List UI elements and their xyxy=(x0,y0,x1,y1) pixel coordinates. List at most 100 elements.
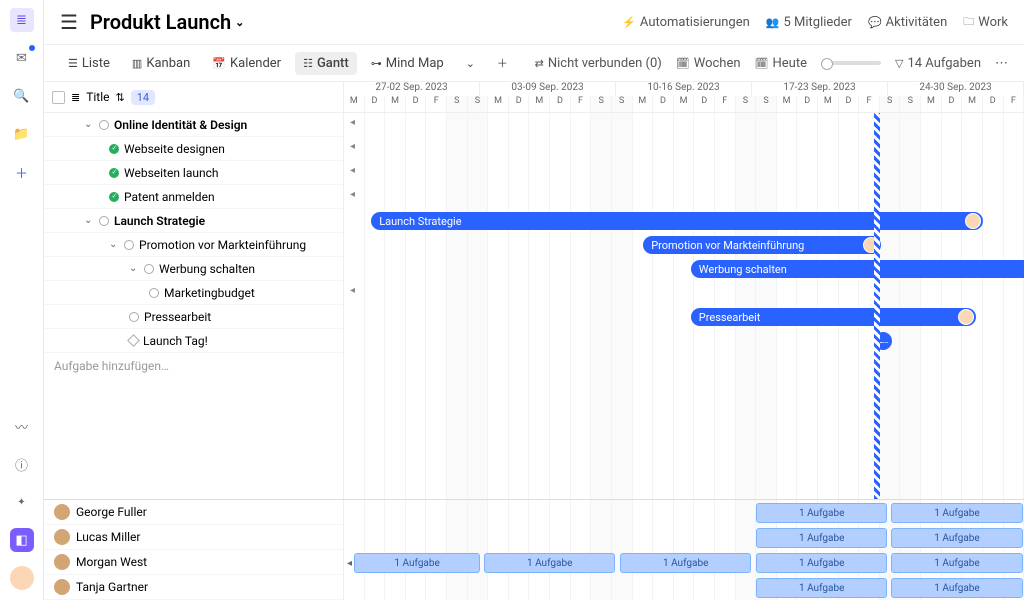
timeline-day-label: F xyxy=(426,96,447,112)
workload-bar[interactable]: 1 Aufgabe xyxy=(354,553,480,573)
work-button[interactable]: 🗀Work xyxy=(963,13,1008,32)
workload-bar[interactable]: 1 Aufgabe xyxy=(891,528,1022,548)
workload-bar[interactable]: 1 Aufgabe xyxy=(891,553,1022,573)
view-calendar[interactable]: 📅Kalender xyxy=(204,52,289,75)
timeline-day-label: S xyxy=(736,96,757,112)
rail-item-activity[interactable]: 〰 xyxy=(10,414,34,438)
task-row[interactable]: Pressearbeit xyxy=(44,305,343,329)
task-row[interactable]: ⌄Online Identität & Design xyxy=(44,113,343,137)
status-open-icon[interactable] xyxy=(99,120,109,130)
task-row[interactable]: Webseite designen xyxy=(44,137,343,161)
view-gantt[interactable]: ☷Gantt xyxy=(295,52,357,75)
collapse-indicator-icon[interactable]: ◂ xyxy=(350,285,355,296)
status-done-icon[interactable] xyxy=(109,144,119,154)
chevron-down-icon[interactable]: ⌄ xyxy=(84,119,94,130)
workload-bar[interactable]: 1 Aufgabe xyxy=(756,553,887,573)
automations-button[interactable]: ⚡Automatisierungen xyxy=(622,15,750,30)
timeline-day-label: D xyxy=(365,96,386,112)
status-done-icon[interactable] xyxy=(109,192,119,202)
people-icon: 👥 xyxy=(766,16,780,29)
status-open-icon[interactable] xyxy=(144,264,154,274)
workload-section: George FullerLucas MillerMorgan West Tanj… xyxy=(44,499,1024,600)
task-row[interactable]: ⌄Promotion vor Markteinführung xyxy=(44,233,343,257)
person-row[interactable]: Tanja Gartner xyxy=(44,575,343,600)
collapse-indicator-icon[interactable]: ◂ xyxy=(350,141,355,152)
add-task-input[interactable]: Aufgabe hinzufügen… xyxy=(44,353,343,379)
rail-item-add[interactable]: ＋ xyxy=(10,160,34,184)
view-mindmap[interactable]: ⊶Mind Map xyxy=(363,52,452,75)
status-open-icon[interactable] xyxy=(99,216,109,226)
gantt-bar-launch-strategie[interactable]: Launch Strategie xyxy=(371,212,983,230)
task-row[interactable]: ⌄Launch Strategie xyxy=(44,209,343,233)
chevron-down-icon[interactable]: ⌄ xyxy=(129,263,139,274)
rail-item-folder[interactable]: 📁 xyxy=(10,122,34,146)
person-row[interactable]: George Fuller xyxy=(44,500,343,525)
chevron-down-icon[interactable]: ⌄ xyxy=(109,239,119,250)
timeline-header: 27-02 Sep. 202303-09 Sep. 202310-16 Sep.… xyxy=(344,82,1024,112)
title-column-header[interactable]: ≣ Title ⇅ 14 xyxy=(44,82,344,112)
rail-item-workspace[interactable]: ◧ xyxy=(10,528,34,552)
rail-item-inbox[interactable]: ✉ xyxy=(10,46,34,70)
workload-bar[interactable]: 1 Aufgabe xyxy=(620,553,751,573)
gantt-bar-pressearbeit[interactable]: Pressearbeit xyxy=(691,308,977,326)
collapse-indicator-icon[interactable]: ◂ xyxy=(350,117,355,128)
collapse-caret-icon[interactable]: ◂ xyxy=(347,558,352,569)
connection-status[interactable]: ⇄Nicht verbunden (0) xyxy=(535,56,662,71)
status-open-icon[interactable] xyxy=(124,240,134,250)
activities-button[interactable]: 💬Aktivitäten xyxy=(868,15,947,30)
assignee-avatar[interactable] xyxy=(958,309,974,325)
person-row[interactable]: Morgan West xyxy=(44,550,343,575)
timeline-day-label: M xyxy=(962,96,983,112)
collapse-indicator-icon[interactable]: ◂ xyxy=(350,165,355,176)
task-row[interactable]: ⌄Werbung schalten xyxy=(44,257,343,281)
workload-bar[interactable]: 1 Aufgabe xyxy=(891,503,1022,523)
rail-item-projects[interactable]: ≣ xyxy=(10,8,34,32)
chevron-down-icon[interactable]: ⌄ xyxy=(84,215,94,226)
status-open-icon[interactable] xyxy=(149,288,159,298)
status-done-icon[interactable] xyxy=(109,168,119,178)
timescale-select[interactable]: 🗓Wochen xyxy=(676,56,741,71)
menu-toggle-icon[interactable]: ☰ xyxy=(60,10,78,34)
view-kanban[interactable]: ▥Kanban xyxy=(124,52,198,75)
workload-bar[interactable]: 1 Aufgabe xyxy=(756,503,887,523)
gantt-bar-werbung[interactable]: Werbung schalten xyxy=(691,260,1024,278)
task-count-filter[interactable]: ▽14 Aufgaben xyxy=(895,56,981,71)
view-add[interactable]: ＋ xyxy=(489,51,516,75)
assignee-avatar[interactable] xyxy=(965,213,981,229)
gantt-bar-promotion[interactable]: Promotion vor Markteinführung xyxy=(643,236,881,254)
rail-item-apps[interactable]: ✦ xyxy=(10,490,34,514)
workload-bar[interactable]: 1 Aufgabe xyxy=(891,578,1022,598)
rail-item-search[interactable]: 🔍 xyxy=(10,84,34,108)
collapse-indicator-icon[interactable]: ◂ xyxy=(350,189,355,200)
members-button[interactable]: 👥5 Mitglieder xyxy=(766,15,852,30)
zoom-slider[interactable] xyxy=(821,61,881,65)
rail-item-info[interactable]: ⓘ xyxy=(10,452,34,476)
workload-bar[interactable]: 1 Aufgabe xyxy=(484,553,615,573)
more-menu[interactable]: ⋯ xyxy=(995,56,1008,71)
task-row[interactable]: Webseiten launch xyxy=(44,161,343,185)
plus-icon: ＋ xyxy=(497,55,508,71)
sort-icon[interactable]: ⇅ xyxy=(116,91,125,104)
workload-bar[interactable]: 1 Aufgabe xyxy=(756,528,887,548)
select-all-checkbox[interactable] xyxy=(52,91,65,104)
today-button[interactable]: 🗓Heute xyxy=(755,56,807,71)
link-icon: ⇄ xyxy=(535,57,544,70)
work-label: Work xyxy=(978,15,1008,30)
workload-bar[interactable]: 1 Aufgabe xyxy=(756,578,887,598)
task-row[interactable]: Marketingbudget xyxy=(44,281,343,305)
person-name: Tanja Gartner xyxy=(76,580,148,594)
task-row[interactable]: Launch Tag! xyxy=(44,329,343,353)
timeline-day-label: M xyxy=(488,96,509,112)
status-open-icon[interactable] xyxy=(129,312,139,322)
view-list[interactable]: ☰Liste xyxy=(60,52,118,75)
page-title[interactable]: Produkt Launch ⌄ xyxy=(90,10,610,34)
gantt-chart-area[interactable]: ◂ ◂ ◂ ◂ ◂ Launch Strategie Promotion vor… xyxy=(344,113,1024,499)
task-row[interactable]: Patent anmelden xyxy=(44,185,343,209)
view-more[interactable]: ⌄ xyxy=(458,53,483,74)
person-row[interactable]: Lucas Miller xyxy=(44,525,343,550)
chevron-down-icon[interactable]: ⌄ xyxy=(235,16,244,29)
user-avatar[interactable] xyxy=(10,566,34,590)
timeline-week-label: 10-16 Sep. 2023 xyxy=(616,82,752,96)
milestone-icon[interactable] xyxy=(127,334,140,347)
timeline-day-label: D xyxy=(509,96,530,112)
